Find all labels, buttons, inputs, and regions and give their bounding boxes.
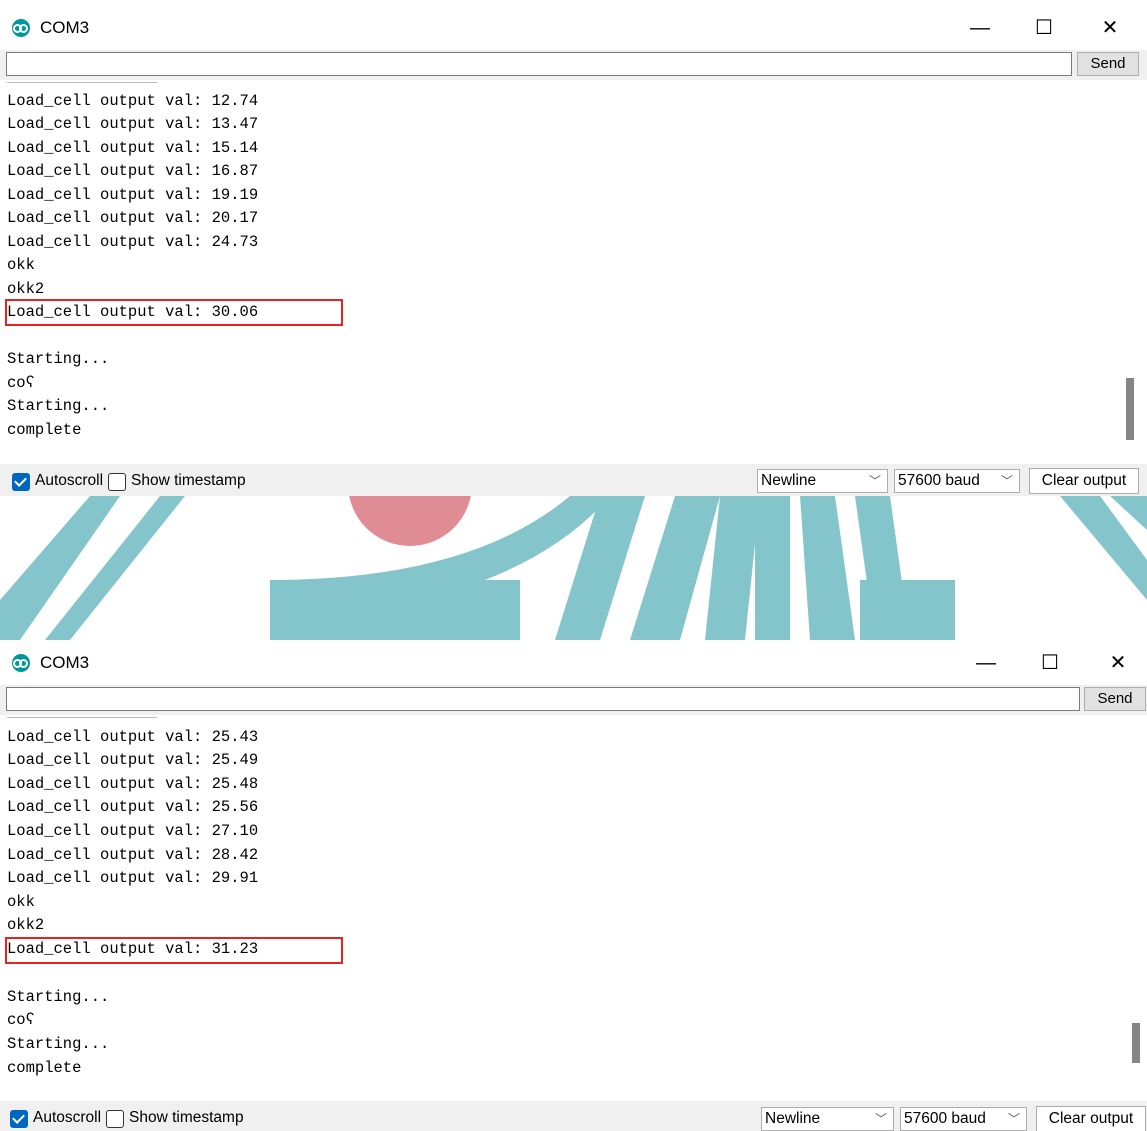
autoscroll-label: Autoscroll [35,472,104,489]
output-line: Load_cell output val: 24.73 [7,233,259,251]
serial-monitor-window-1: COM3 — ☐ ✕ Send Load_cell output val: 12… [0,8,1147,496]
output-line: okk [7,256,35,274]
output-line: coʕ [7,374,35,392]
clipped-previous-line [7,82,157,83]
output-line: Load_cell output val: 27.10 [7,822,259,840]
output-line: okk2 [7,916,45,934]
baud-rate-select[interactable]: 57600 baud ﹀ [894,469,1020,493]
output-line: Load_cell output val: 25.56 [7,798,259,816]
output-line: Load_cell output val: 19.19 [7,186,259,204]
show-timestamp-label: Show timestamp [131,472,246,489]
highlight-box [5,937,343,964]
clear-output-button[interactable]: Clear output [1036,1106,1146,1131]
highlight-box [5,299,343,326]
output-line: okk2 [7,280,45,298]
arduino-icon [12,654,30,672]
baud-rate-value: 57600 baud [898,472,980,489]
title-bar[interactable]: COM3 — ☐ ✕ [0,8,1147,48]
output-line: Load_cell output val: 13.47 [7,115,259,133]
send-button[interactable]: Send [1077,52,1139,76]
send-bar: Send [0,50,1147,80]
output-line: Load_cell output val: 12.74 [7,92,259,110]
send-input[interactable] [6,52,1072,76]
serial-output[interactable]: Load_cell output val: 12.74 Load_cell ou… [0,82,1147,464]
output-line: Load_cell output val: 28.42 [7,846,259,864]
line-ending-select[interactable]: Newline ﹀ [757,469,888,493]
title-bar[interactable]: COM3 — ☐ ✕ [0,643,1147,683]
show-timestamp-checkbox[interactable] [106,1110,124,1128]
scrollbar-thumb[interactable] [1126,378,1134,440]
baud-rate-select[interactable]: 57600 baud ﹀ [900,1107,1027,1131]
window-title: COM3 [40,653,90,672]
output-line: Load_cell output val: 25.48 [7,775,259,793]
close-button[interactable]: ✕ [1082,8,1138,48]
output-line: Load_cell output val: 16.87 [7,162,259,180]
output-line: Load_cell output val: 29.91 [7,869,259,887]
maximize-button[interactable]: ☐ [1016,8,1072,48]
clear-output-button[interactable]: Clear output [1029,468,1139,494]
serial-output[interactable]: Load_cell output val: 25.43 Load_cell ou… [0,717,1147,1101]
show-timestamp-label: Show timestamp [129,1109,244,1126]
line-ending-value: Newline [765,1110,821,1127]
autoscroll-checkbox[interactable] [10,1110,28,1128]
window-title: COM3 [40,18,90,37]
scrollbar[interactable] [1122,82,1139,464]
close-button[interactable]: ✕ [1090,643,1146,683]
chevron-down-icon: ﹀ [874,1112,887,1126]
line-ending-value: Newline [761,472,817,489]
output-line: Load_cell output val: 15.14 [7,139,259,157]
baud-rate-value: 57600 baud [904,1110,986,1127]
output-line: complete [7,421,82,439]
autoscroll-label: Autoscroll [33,1109,102,1126]
output-line: Load_cell output val: 20.17 [7,209,259,227]
chevron-down-icon: ﹀ [1000,474,1013,488]
scrollbar-thumb[interactable] [1132,1023,1140,1063]
serial-monitor-window-2: COM3 — ☐ ✕ Send Load_cell output val: 25… [0,643,1147,1131]
send-bar: Send [0,685,1147,715]
output-line: Load_cell output val: 25.43 [7,728,259,746]
autoscroll-checkbox[interactable] [12,473,30,491]
output-line: Starting... [7,988,110,1006]
output-line: Starting... [7,350,110,368]
send-input[interactable] [6,687,1080,711]
output-line: coʕ [7,1011,35,1029]
output-line: Starting... [7,1035,110,1053]
output-line: complete [7,1059,82,1077]
chevron-down-icon: ﹀ [868,474,881,488]
line-ending-select[interactable]: Newline ﹀ [761,1107,894,1131]
bottom-toolbar: Autoscroll Show timestamp Newline ﹀ 5760… [0,1101,1147,1131]
output-line: Starting... [7,397,110,415]
clipped-previous-line [7,717,157,718]
arduino-icon [12,19,30,37]
output-line: Load_cell output val: 25.49 [7,751,259,769]
minimize-button[interactable]: — [952,8,1008,48]
bottom-toolbar: Autoscroll Show timestamp Newline ﹀ 5760… [0,464,1147,496]
maximize-button[interactable]: ☐ [1022,643,1078,683]
output-line: okk [7,893,35,911]
chevron-down-icon: ﹀ [1007,1112,1020,1126]
minimize-button[interactable]: — [958,643,1014,683]
scrollbar[interactable] [1128,717,1145,1101]
show-timestamp-checkbox[interactable] [108,473,126,491]
send-button[interactable]: Send [1084,687,1146,711]
